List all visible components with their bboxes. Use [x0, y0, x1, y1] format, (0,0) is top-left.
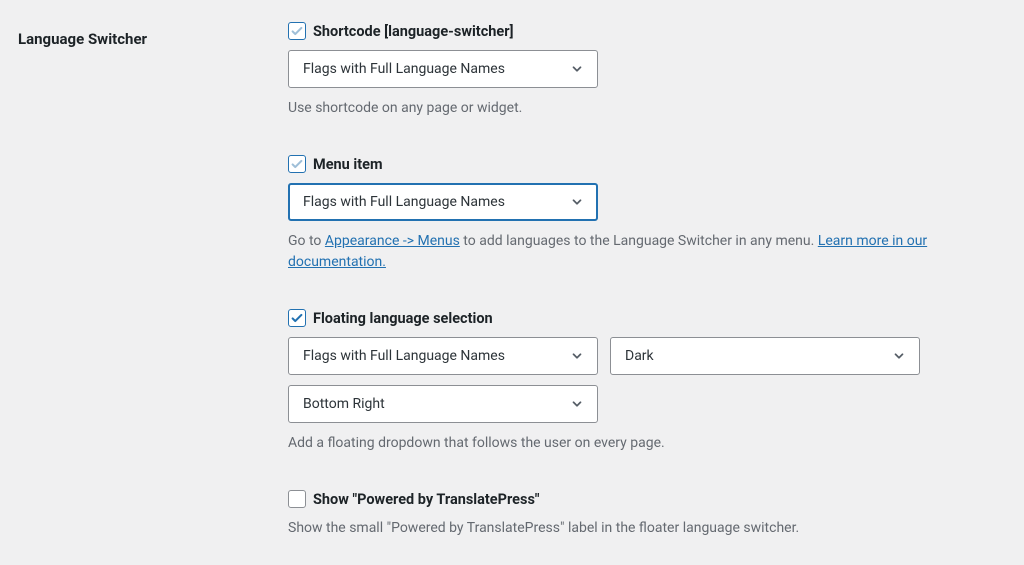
select-value: Bottom Right — [303, 396, 385, 412]
menu-item-section: Menu item Flags with Full Language Names… — [288, 155, 1006, 273]
poweredby-checkbox[interactable] — [288, 490, 306, 508]
shortcode-label: Shortcode [language-switcher] — [313, 23, 514, 40]
menu-item-checkbox[interactable] — [288, 155, 306, 173]
poweredby-label: Show "Powered by TranslatePress" — [313, 491, 540, 508]
section-heading: Language Switcher — [18, 22, 288, 48]
floating-checkbox[interactable] — [288, 309, 306, 327]
menu-item-label: Menu item — [313, 156, 383, 173]
chevron-down-icon — [889, 346, 909, 366]
appearance-menus-link[interactable]: Appearance -> Menus — [325, 233, 460, 249]
floating-description: Add a floating dropdown that follows the… — [288, 433, 1006, 454]
desc-text: Go to — [288, 233, 325, 249]
floating-theme-select[interactable]: Dark — [610, 337, 920, 375]
menu-item-description: Go to Appearance -> Menus to add languag… — [288, 231, 1006, 273]
poweredby-section: Show "Powered by TranslatePress" Show th… — [288, 490, 1006, 539]
floating-section: Floating language selection Flags with F… — [288, 309, 1006, 454]
select-value: Dark — [625, 348, 654, 364]
floating-display-select[interactable]: Flags with Full Language Names — [288, 337, 598, 375]
chevron-down-icon — [567, 192, 587, 212]
floating-label: Floating language selection — [313, 310, 493, 327]
chevron-down-icon — [567, 59, 587, 79]
select-value: Flags with Full Language Names — [303, 61, 505, 77]
desc-text: to add languages to the Language Switche… — [460, 233, 818, 249]
select-value: Flags with Full Language Names — [303, 348, 505, 364]
shortcode-description: Use shortcode on any page or widget. — [288, 98, 1006, 119]
poweredby-description: Show the small "Powered by TranslatePres… — [288, 518, 1006, 539]
chevron-down-icon — [567, 346, 587, 366]
shortcode-checkbox[interactable] — [288, 22, 306, 40]
shortcode-section: Shortcode [language-switcher] Flags with… — [288, 22, 1006, 119]
select-value: Flags with Full Language Names — [303, 194, 505, 210]
shortcode-display-select[interactable]: Flags with Full Language Names — [288, 50, 598, 88]
chevron-down-icon — [567, 394, 587, 414]
menu-item-display-select[interactable]: Flags with Full Language Names — [288, 183, 598, 221]
floating-position-select[interactable]: Bottom Right — [288, 385, 598, 423]
